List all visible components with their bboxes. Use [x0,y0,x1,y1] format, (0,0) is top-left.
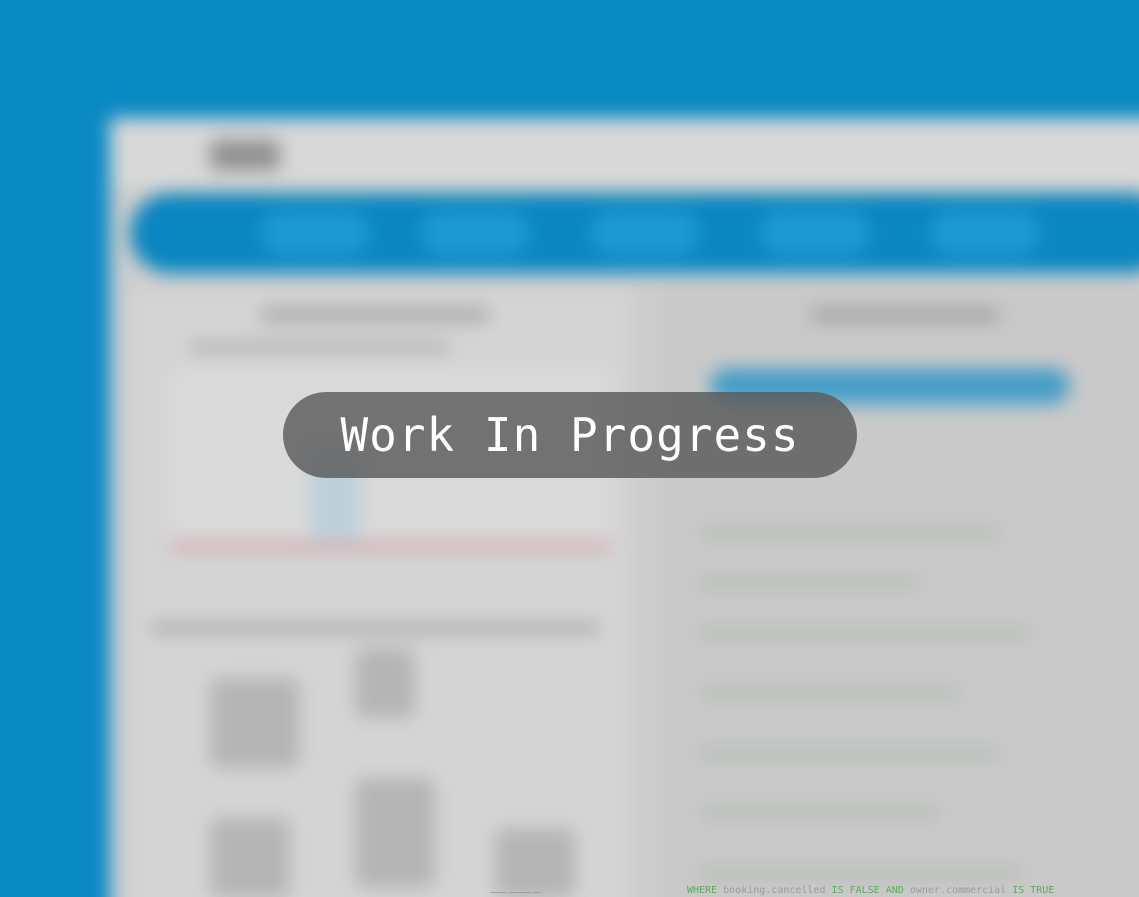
blurred-logo [210,140,280,170]
blurred-thumbnail [495,828,575,897]
blurred-code-line [700,808,940,818]
blurred-panel-subtitle [190,343,450,351]
work-in-progress-badge: Work In Progress [283,392,857,478]
blurred-chart-line [170,543,610,549]
sql-expression: booking.cancelled [723,885,826,896]
sql-keyword-where: WHERE [687,885,718,896]
sql-keyword-is-false: IS FALSE [831,885,880,896]
sql-keyword-is-true: IS TRUE [1012,885,1055,896]
blurred-thumbnail [355,778,435,888]
blurred-code-line [700,748,1000,758]
blurred-divider [150,623,600,633]
blurred-thumbnail [355,648,415,718]
blurred-code-line [700,868,1020,878]
sql-keyword-and: AND [885,885,904,896]
blurred-panel-title [810,308,1000,322]
blurred-left-panel [130,288,630,897]
blurred-top-bar [110,118,1139,188]
sql-where-clause: WHERE booking.cancelled IS FALSE AND own… [687,885,1054,896]
blurred-nav-bar [130,193,1139,273]
blurred-code-line [700,578,920,588]
blurred-panel-title [260,308,490,322]
blurred-nav-item [760,211,870,255]
blurred-nav-item [930,211,1040,255]
blurred-nav-item [590,211,700,255]
blurred-thumbnail [210,818,290,897]
blurred-code-line [700,628,1030,638]
blurred-table-header: ──── ───── ── [490,889,541,897]
work-in-progress-screen: ──── ───── ── WHERE booking.cancelled IS… [0,0,1139,897]
blurred-thumbnail [210,678,300,768]
blurred-right-panel [660,288,1139,897]
work-in-progress-text: Work In Progress [340,408,800,462]
blurred-nav-item [420,211,530,255]
blurred-code-line [700,688,960,698]
sql-expression: owner.commercial [909,885,1007,896]
blurred-nav-item [260,211,370,255]
blurred-app-preview [110,118,1139,897]
blurred-code-line [700,528,1000,538]
